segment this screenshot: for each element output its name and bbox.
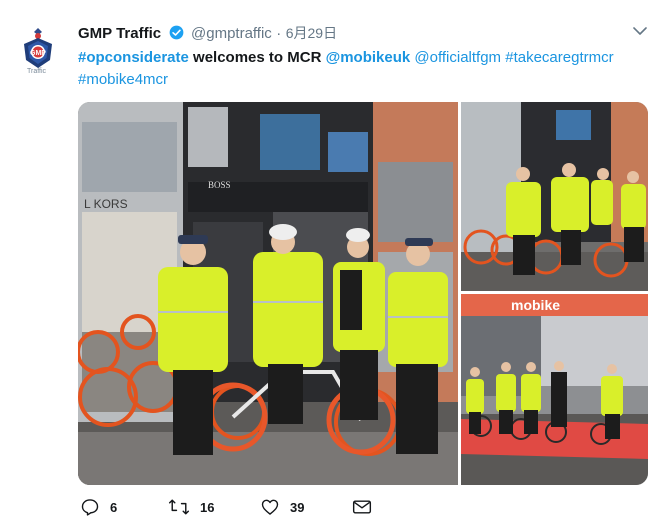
retweet-count: 16 xyxy=(200,499,215,515)
like-button[interactable]: 39 xyxy=(260,496,304,518)
message-icon xyxy=(352,500,372,514)
like-count: 39 xyxy=(290,499,305,515)
banner-text: mobike xyxy=(511,297,560,313)
user-handle[interactable]: @gmptraffic xyxy=(191,25,272,42)
media-grid: L KORS BOSS mobike xyxy=(78,102,648,485)
tweet-actions: 6 16 39 xyxy=(80,496,400,518)
mention-link[interactable]: @mobikeuk xyxy=(326,49,411,66)
verified-icon xyxy=(169,25,183,40)
photo-top-right[interactable] xyxy=(461,102,648,291)
reply-count: 6 xyxy=(110,499,118,515)
hashtag-link[interactable]: #opconsiderate xyxy=(78,49,189,66)
tweet-card: GMP Traffic GMP Traffic @gmptraffic · 6月… xyxy=(0,0,670,530)
retweet-button[interactable]: 16 xyxy=(168,496,214,518)
hashtag-link[interactable]: #takecaregtrmcr xyxy=(505,49,613,66)
like-icon xyxy=(261,499,279,515)
store-sign-left: L KORS xyxy=(84,197,128,211)
tweet-text: #opconsiderate welcomes to MCR @mobikeuk… xyxy=(78,47,648,91)
svg-text:GMP: GMP xyxy=(30,50,46,57)
tweet-header: GMP Traffic @gmptraffic · 6月29日 xyxy=(78,23,337,43)
mention-link[interactable]: @officialtfgm xyxy=(414,49,501,66)
avatar-caption: Traffic xyxy=(27,68,47,75)
reply-icon xyxy=(81,499,99,516)
chevron-down-icon[interactable] xyxy=(632,25,648,37)
retweet-icon xyxy=(168,499,190,515)
hashtag-link[interactable]: #mobike4mcr xyxy=(78,71,168,88)
display-name[interactable]: GMP Traffic xyxy=(78,25,161,42)
separator-dot: · xyxy=(276,25,282,42)
tweet-text-segment: welcomes to MCR xyxy=(188,49,326,66)
store-sign-boss: BOSS xyxy=(208,180,231,190)
photo-main[interactable]: L KORS BOSS xyxy=(78,102,458,485)
reply-button[interactable]: 6 xyxy=(80,496,117,518)
photo-bottom-right[interactable]: mobike xyxy=(461,294,648,485)
tweet-date[interactable]: 6月29日 xyxy=(286,25,337,41)
message-button[interactable] xyxy=(352,496,372,518)
